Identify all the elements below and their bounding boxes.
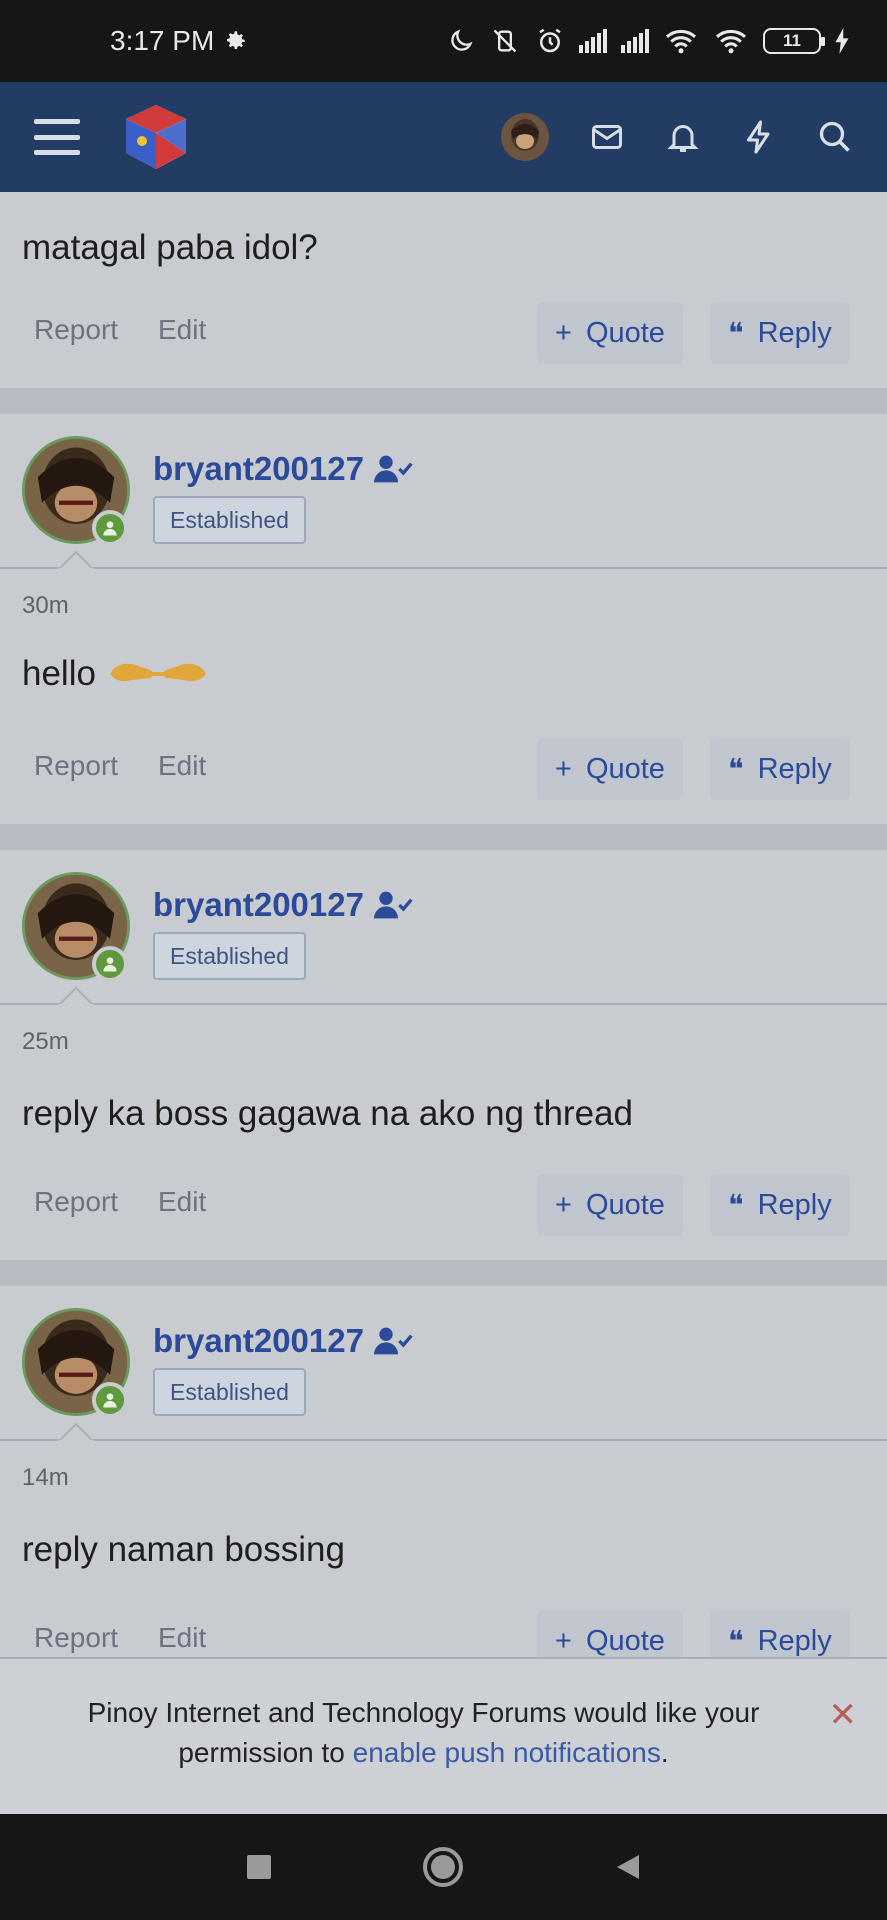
- report-link[interactable]: Report: [34, 1186, 118, 1218]
- user-avatar[interactable]: [501, 113, 549, 161]
- edit-link[interactable]: Edit: [158, 1186, 206, 1218]
- verified-user-icon: [373, 891, 413, 919]
- post-separator: [0, 1260, 887, 1286]
- post-separator: [0, 824, 887, 850]
- verified-user-icon: [373, 455, 413, 483]
- reply-button[interactable]: ❝ Reply: [710, 302, 850, 364]
- push-notification-banner: Pinoy Internet and Technology Forums wou…: [0, 1657, 887, 1814]
- plus-icon: +: [555, 1624, 572, 1657]
- edit-link[interactable]: Edit: [158, 314, 206, 346]
- gear-icon: [227, 31, 246, 50]
- caret-shape: [58, 550, 94, 570]
- post-text: reply ka boss gagawa na ako ng thread: [22, 1094, 633, 1133]
- moon-icon: [451, 29, 473, 51]
- divider: [0, 567, 887, 569]
- post-header: bryant200127 Established: [0, 850, 887, 1006]
- mail-icon[interactable]: [589, 119, 625, 155]
- post-timestamp[interactable]: 30m: [22, 592, 69, 620]
- charging-icon: [835, 28, 849, 54]
- status-bar: 3:17 PM 11: [0, 0, 887, 82]
- wifi-icon: [665, 29, 697, 54]
- post: bryant200127 Established 30m hello Repor…: [0, 414, 887, 824]
- post-text: matagal paba idol?: [22, 228, 318, 267]
- post-header: bryant200127 Established: [0, 414, 887, 570]
- reply-button[interactable]: ❝ Reply: [710, 1174, 850, 1236]
- report-link[interactable]: Report: [34, 314, 118, 346]
- user-title-badge: Established: [153, 1368, 306, 1416]
- signal-icon: [579, 29, 607, 53]
- post-actions: Report Edit + Quote ❝ Reply: [0, 738, 887, 808]
- bolt-icon[interactable]: [741, 119, 777, 155]
- online-status-icon: [92, 946, 128, 982]
- post-actions: Report Edit + Quote ❝ Reply: [0, 1174, 887, 1244]
- recents-icon[interactable]: [244, 1852, 274, 1882]
- quote-button[interactable]: + Quote: [537, 1174, 683, 1236]
- system-nav-bar: [0, 1814, 887, 1920]
- post: matagal paba idol? Report Edit + Quote ❝ R…: [0, 192, 887, 388]
- enable-push-link[interactable]: enable push notifications: [353, 1737, 661, 1768]
- pointing-hands-emoji: [109, 663, 206, 682]
- quote-marks-icon: ❝: [728, 317, 744, 350]
- verified-user-icon: [373, 1327, 413, 1355]
- site-logo[interactable]: [120, 101, 192, 173]
- edit-link[interactable]: Edit: [158, 1622, 206, 1654]
- username-link[interactable]: bryant200127: [153, 450, 414, 488]
- post: bryant200127 Established 14m reply naman…: [0, 1286, 887, 1657]
- post-text: reply naman bossing: [22, 1530, 345, 1569]
- post-timestamp[interactable]: 25m: [22, 1028, 69, 1056]
- menu-icon[interactable]: [34, 119, 80, 155]
- plus-icon: +: [555, 1188, 572, 1221]
- signal-icon: [621, 29, 649, 53]
- user-title-badge: Established: [153, 932, 306, 980]
- app-header: [0, 82, 887, 192]
- online-status-icon: [92, 510, 128, 546]
- post-text: hello: [22, 654, 210, 694]
- quote-marks-icon: ❝: [728, 753, 744, 786]
- quote-button[interactable]: + Quote: [537, 738, 683, 800]
- alarm-icon: [539, 28, 561, 53]
- post-actions: Report Edit + Quote ❝ Reply: [0, 1610, 887, 1657]
- edit-link[interactable]: Edit: [158, 750, 206, 782]
- username-link[interactable]: bryant200127: [153, 886, 414, 924]
- search-icon[interactable]: [817, 119, 853, 155]
- divider: [0, 1003, 887, 1005]
- bell-icon[interactable]: [665, 119, 701, 155]
- reply-button[interactable]: ❝ Reply: [710, 1610, 850, 1657]
- user-title-badge: Established: [153, 496, 306, 544]
- report-link[interactable]: Report: [34, 1622, 118, 1654]
- vibrate-off-icon: [493, 29, 517, 53]
- report-link[interactable]: Report: [34, 750, 118, 782]
- post-header: bryant200127 Established: [0, 1286, 887, 1442]
- wifi-icon: [715, 29, 747, 54]
- divider: [0, 1439, 887, 1441]
- home-icon[interactable]: [421, 1845, 465, 1889]
- plus-icon: +: [555, 752, 572, 785]
- plus-icon: +: [555, 316, 572, 349]
- online-status-icon: [92, 1382, 128, 1418]
- quote-button[interactable]: + Quote: [537, 1610, 683, 1657]
- quote-marks-icon: ❝: [728, 1625, 744, 1658]
- post-actions: Report Edit + Quote ❝ Reply: [0, 302, 887, 372]
- battery-icon: 11: [763, 28, 825, 54]
- username-link[interactable]: bryant200127: [153, 1322, 414, 1360]
- close-icon[interactable]: ✕: [829, 1695, 858, 1735]
- reply-button[interactable]: ❝ Reply: [710, 738, 850, 800]
- quote-button[interactable]: + Quote: [537, 302, 683, 364]
- post: bryant200127 Established 25m reply ka bo…: [0, 850, 887, 1260]
- thread-content: matagal paba idol? Report Edit + Quote ❝ R…: [0, 192, 887, 1657]
- quote-marks-icon: ❝: [728, 1189, 744, 1222]
- push-notification-message: Pinoy Internet and Technology Forums wou…: [87, 1697, 760, 1768]
- caret-shape: [58, 1422, 94, 1442]
- status-time: 3:17 PM: [110, 25, 215, 56]
- caret-shape: [58, 986, 94, 1006]
- post-separator: [0, 388, 887, 414]
- post-timestamp[interactable]: 14m: [22, 1464, 69, 1492]
- back-icon[interactable]: [613, 1852, 643, 1882]
